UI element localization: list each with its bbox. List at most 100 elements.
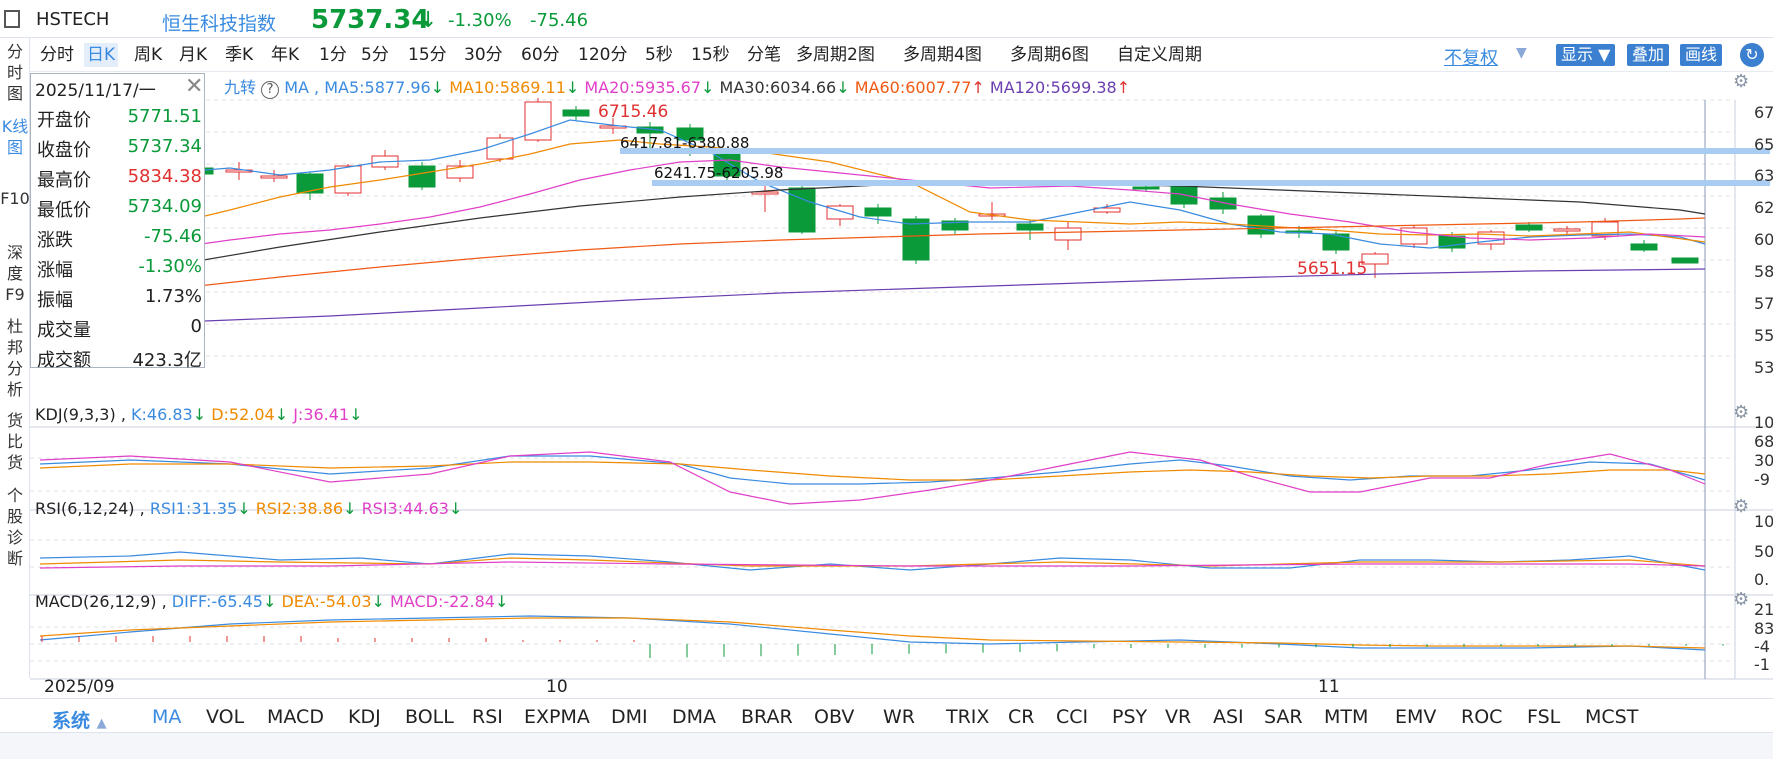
tab-obv[interactable]: OBV bbox=[814, 706, 854, 728]
period-week[interactable]: 周K bbox=[131, 43, 165, 67]
tab-dmi[interactable]: DMI bbox=[611, 706, 648, 728]
low-label: 5651.15 bbox=[1297, 259, 1367, 279]
multi-period-2[interactable]: 多周期2图 bbox=[793, 43, 878, 67]
index-name[interactable]: 恒生科技指数 bbox=[162, 9, 276, 36]
macd-settings-gear-icon[interactable]: ⚙ bbox=[1733, 589, 1749, 610]
tab-sar[interactable]: SAR bbox=[1264, 706, 1303, 728]
window-icon bbox=[4, 10, 20, 28]
tab-kdj[interactable]: KDJ bbox=[348, 706, 381, 728]
macd-hist-arrow: ↓ bbox=[494, 592, 509, 611]
period-5sec[interactable]: 5秒 bbox=[642, 43, 676, 67]
info-value: 423.3亿 bbox=[132, 350, 202, 371]
close-icon[interactable]: ✕ bbox=[185, 74, 203, 99]
rsi2-arrow: ↓ bbox=[343, 499, 357, 518]
info-value: 5834.38 bbox=[127, 166, 202, 187]
tab-fsl[interactable]: FSL bbox=[1527, 706, 1560, 728]
info-value: -75.46 bbox=[143, 226, 202, 247]
info-value: 1.73% bbox=[144, 286, 202, 307]
period-60min[interactable]: 60分 bbox=[518, 43, 563, 67]
ma60-value: MA60:6007.77 bbox=[854, 78, 972, 97]
help-icon[interactable]: ? bbox=[261, 81, 280, 99]
tab-cr[interactable]: CR bbox=[1008, 706, 1034, 728]
gap-band bbox=[652, 180, 1770, 186]
info-value: 5737.34 bbox=[127, 136, 202, 157]
period-quarter[interactable]: 季K bbox=[222, 43, 256, 67]
high-label: 6715.46 bbox=[598, 102, 668, 122]
sidebar-item-f10[interactable]: F10 bbox=[0, 188, 30, 209]
ma30-value: MA30:6034.66 bbox=[719, 78, 837, 97]
multi-period-6[interactable]: 多周期6图 bbox=[1007, 43, 1092, 67]
sidebar-item-kline[interactable]: K线图 bbox=[0, 116, 30, 158]
tab-expma[interactable]: EXPMA bbox=[524, 706, 590, 728]
period-5min[interactable]: 5分 bbox=[358, 43, 392, 67]
tab-brar[interactable]: BRAR bbox=[741, 706, 793, 728]
macd-hist: MACD:-22.84 bbox=[390, 592, 495, 611]
period-15sec[interactable]: 15秒 bbox=[688, 43, 733, 67]
rsi-title[interactable]: RSI(6,12,24) , bbox=[35, 499, 145, 518]
candle-body bbox=[296, 173, 324, 194]
info-label: 最高价 bbox=[37, 170, 91, 191]
adjust-select[interactable]: 不复权 bbox=[1444, 44, 1498, 70]
sidebar-item-depth[interactable]: 深度F9 bbox=[0, 242, 30, 305]
gap2-label: 6241.75-6205.98 bbox=[654, 164, 783, 182]
tab-dma[interactable]: DMA bbox=[672, 706, 716, 728]
period-15min[interactable]: 15分 bbox=[405, 43, 450, 67]
tab-vr[interactable]: VR bbox=[1165, 706, 1191, 728]
tab-ma[interactable]: MA bbox=[152, 706, 181, 728]
left-sidebar: 分时图 K线图 F10 深度F9 杜邦分析 货比货 个股诊断 bbox=[0, 38, 30, 678]
main-settings-gear-icon[interactable]: ⚙ bbox=[1733, 71, 1749, 92]
tab-mcst[interactable]: MCST bbox=[1585, 706, 1638, 728]
tab-asi[interactable]: ASI bbox=[1213, 706, 1244, 728]
custom-period[interactable]: 自定义周期 bbox=[1114, 43, 1205, 67]
period-month[interactable]: 月K bbox=[176, 43, 210, 67]
rsi3-arrow: ↓ bbox=[448, 499, 463, 518]
tab-vol[interactable]: VOL bbox=[206, 706, 244, 728]
ma120-arrow: ↑ bbox=[1116, 78, 1131, 97]
tab-emv[interactable]: EMV bbox=[1395, 706, 1436, 728]
tab-rsi[interactable]: RSI bbox=[472, 706, 503, 728]
draw-button[interactable]: 画线 bbox=[1680, 44, 1723, 66]
tab-macd[interactable]: MACD bbox=[267, 706, 324, 728]
period-30min[interactable]: 30分 bbox=[461, 43, 506, 67]
show-button[interactable]: 显示 ▼ bbox=[1556, 44, 1616, 66]
period-tick[interactable]: 分笔 bbox=[744, 43, 784, 67]
candle-body bbox=[1209, 197, 1237, 210]
ma-legend: 九转 ? MA , MA5:5877.96↓ MA10:5869.11↓ MA2… bbox=[224, 74, 1130, 99]
tab-psy[interactable]: PSY bbox=[1112, 706, 1147, 728]
gap-band bbox=[620, 148, 1770, 154]
kdj-y-tick: 68 bbox=[1754, 432, 1773, 451]
candle-body bbox=[260, 175, 288, 179]
tab-wr[interactable]: WR bbox=[883, 706, 915, 728]
info-label: 开盘价 bbox=[37, 110, 91, 131]
sidebar-item-compare[interactable]: 货比货 bbox=[0, 410, 30, 473]
candle-body bbox=[1400, 227, 1428, 245]
period-year[interactable]: 年K bbox=[268, 43, 302, 67]
multi-period-4[interactable]: 多周期4图 bbox=[900, 43, 985, 67]
sidebar-item-diagnosis[interactable]: 个股诊断 bbox=[0, 485, 30, 569]
sidebar-item-dupont[interactable]: 杜邦分析 bbox=[0, 316, 30, 400]
tab-system[interactable]: 系统 ▲ bbox=[52, 706, 107, 733]
tab-cci[interactable]: CCI bbox=[1056, 706, 1088, 728]
tab-mtm[interactable]: MTM bbox=[1324, 706, 1368, 728]
kdj-d-arrow: ↓ bbox=[274, 405, 289, 424]
kdj-title[interactable]: KDJ(9,3,3) , bbox=[35, 405, 126, 424]
kdj-d: D:52.04 bbox=[211, 405, 275, 424]
rsi-y-tick: 50 bbox=[1754, 542, 1773, 561]
period-day[interactable]: 日K bbox=[84, 43, 119, 67]
tab-boll[interactable]: BOLL bbox=[405, 706, 454, 728]
period-1min[interactable]: 1分 bbox=[316, 43, 350, 67]
refresh-icon[interactable]: ↻ bbox=[1740, 43, 1764, 67]
macd-title[interactable]: MACD(26,12,9) , bbox=[35, 592, 167, 611]
sidebar-item-timeshare[interactable]: 分时图 bbox=[0, 41, 30, 104]
info-row: 收盘价 5737.34 bbox=[31, 132, 206, 162]
tab-trix[interactable]: TRIX bbox=[946, 706, 989, 728]
nine-turn-label[interactable]: 九转 bbox=[224, 78, 256, 97]
period-timeshare[interactable]: 分时 bbox=[37, 43, 77, 67]
info-row: 涨跌 -75.46 bbox=[31, 222, 206, 252]
ma60-arrow: ↑ bbox=[971, 78, 985, 97]
kdj-settings-gear-icon[interactable]: ⚙ bbox=[1733, 402, 1749, 423]
rsi-settings-gear-icon[interactable]: ⚙ bbox=[1733, 496, 1749, 517]
tab-roc[interactable]: ROC bbox=[1461, 706, 1502, 728]
period-120min[interactable]: 120分 bbox=[575, 43, 630, 67]
overlay-button[interactable]: 叠加 bbox=[1627, 44, 1670, 66]
